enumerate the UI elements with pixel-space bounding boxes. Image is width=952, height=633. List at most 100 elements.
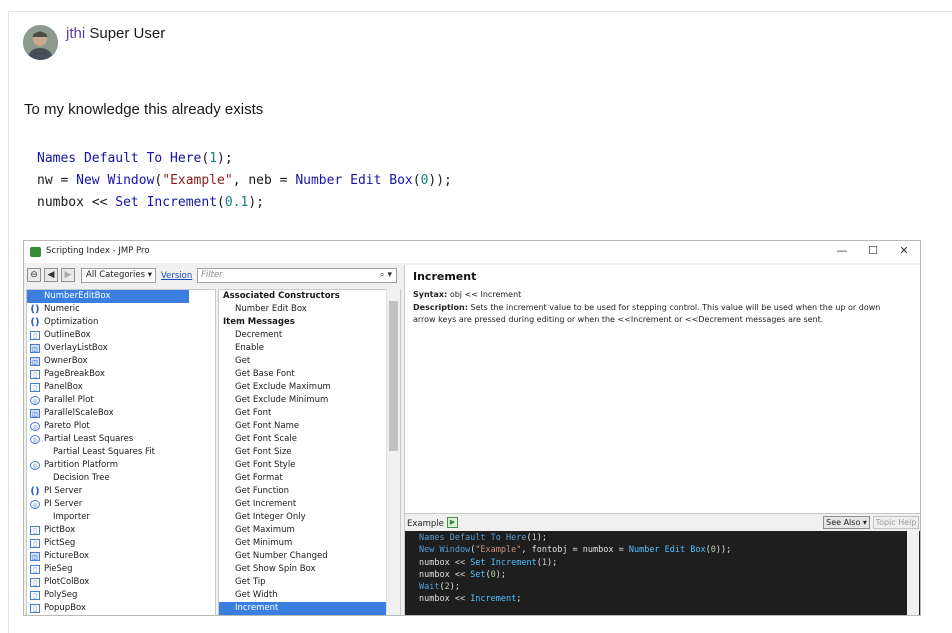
object-list-item[interactable]: Partial Least Squares Fit: [27, 446, 215, 459]
object-list-label: OwnerBox: [44, 356, 88, 366]
message-list-item[interactable]: Get Tip: [219, 576, 400, 589]
object-list-item[interactable]: ▯ PictBox: [27, 524, 215, 537]
message-list-item[interactable]: Get Font: [219, 407, 400, 420]
platform-icon: ◎: [30, 461, 40, 470]
object-list-item[interactable]: ▯ PopupBox: [27, 602, 215, 615]
platform-icon: ◎: [30, 435, 40, 444]
object-list-item[interactable]: ▯ PieSeg: [27, 563, 215, 576]
maximize-button[interactable]: ☐: [865, 244, 881, 257]
object-list-item[interactable]: ◫ OverlayListBox: [27, 342, 215, 355]
message-list-item[interactable]: Get: [219, 355, 400, 368]
filter-input[interactable]: Filter ⌕ ▾: [197, 268, 397, 283]
box-icon: ▯: [30, 383, 40, 392]
toolbar: ⊖ ◀ ▶ All Categories ▾ Version Filter ⌕ ▾: [24, 267, 402, 285]
display-icon: ◫: [30, 344, 40, 353]
title-bar: Scripting Index - JMP Pro — ☐ ✕: [24, 241, 920, 263]
see-also-button[interactable]: See Also ▾: [823, 516, 870, 529]
object-list-label: OutlineBox: [44, 330, 91, 340]
message-list-item[interactable]: Get Show Spin Box: [219, 563, 400, 576]
message-list-item[interactable]: Get Font Style: [219, 459, 400, 472]
object-list-scrollbar[interactable]: [386, 289, 400, 615]
object-list-item[interactable]: ◎ Partial Least Squares: [27, 433, 215, 446]
platform-icon: ◎: [30, 422, 40, 431]
message-list-item[interactable]: Enable: [219, 342, 400, 355]
paren-icon: (): [30, 317, 40, 328]
minimize-button[interactable]: —: [834, 244, 850, 257]
message-list-item[interactable]: Get Font Size: [219, 446, 400, 459]
close-button[interactable]: ✕: [896, 244, 912, 257]
category-select[interactable]: All Categories ▾: [81, 268, 156, 283]
object-list-item[interactable]: Decision Tree: [27, 472, 215, 485]
author-name[interactable]: jthi: [66, 25, 85, 42]
paren-icon: (): [30, 304, 40, 315]
version-link[interactable]: Version: [161, 271, 192, 281]
message-list-item[interactable]: Get Integer Only: [219, 511, 400, 524]
doc-title: Increment: [413, 270, 477, 283]
topic-help-button[interactable]: Topic Help: [873, 516, 919, 529]
message-list-item[interactable]: Get Maximum: [219, 524, 400, 537]
object-list-item[interactable]: ▯ NumberEditBox: [27, 290, 189, 303]
run-example-icon[interactable]: ▶: [447, 517, 458, 528]
code-scrollbar[interactable]: [907, 531, 919, 615]
jmp-screenshot: Scripting Index - JMP Pro — ☐ ✕ ⊖ ◀ ▶ Al…: [23, 240, 921, 616]
box-icon: ▯: [30, 578, 40, 587]
message-list-item[interactable]: Decrement: [219, 329, 400, 342]
box-icon: ▯: [30, 292, 40, 301]
platform-icon: ◎: [30, 396, 40, 405]
message-list-item[interactable]: Get Increment: [219, 498, 400, 511]
code-line-1: Names Default To Here(1);: [37, 151, 233, 166]
object-list-item[interactable]: ◎ Parallel Plot: [27, 394, 215, 407]
message-list-item[interactable]: Increment: [219, 602, 400, 615]
message-list-item[interactable]: Get Number Changed: [219, 550, 400, 563]
collapse-icon[interactable]: ⊖: [27, 268, 41, 282]
message-list-item[interactable]: Number Edit Box: [219, 303, 400, 316]
example-bar: Example ▶ See Also ▾ Topic Help: [405, 513, 920, 531]
message-list-item[interactable]: Get Font Name: [219, 420, 400, 433]
example-code: Names Default To Here(1); New Window("Ex…: [419, 533, 732, 605]
jmp-app-icon: [30, 247, 41, 257]
object-list-item[interactable]: ◎ PI Server: [27, 498, 215, 511]
code-line-2: nw = New Window("Example", neb = Number …: [37, 173, 452, 188]
avatar[interactable]: [23, 25, 58, 60]
object-list-label: PI Server: [44, 486, 83, 496]
object-list-item[interactable]: Importer: [27, 511, 215, 524]
search-icon[interactable]: ⌕ ▾: [380, 269, 392, 282]
message-list-item[interactable]: Get Width: [219, 589, 400, 602]
display-icon: ◫: [30, 552, 40, 561]
object-list-item[interactable]: () PI Server: [27, 485, 215, 498]
object-list-item[interactable]: () Numeric: [27, 303, 215, 316]
message-list-item[interactable]: Get Base Font: [219, 368, 400, 381]
message-list[interactable]: Associated Constructors Number Edit Box It…: [218, 289, 401, 615]
object-list-item[interactable]: ◎ Partition Platform: [27, 459, 215, 472]
object-list-item[interactable]: ▯ PanelBox: [27, 381, 215, 394]
message-list-item[interactable]: Get Minimum: [219, 537, 400, 550]
message-list-item[interactable]: Get Font Scale: [219, 433, 400, 446]
message-list-item[interactable]: Get Function: [219, 485, 400, 498]
object-list-item[interactable]: ◫ PictureBox: [27, 550, 215, 563]
message-list-item[interactable]: Get Exclude Minimum: [219, 394, 400, 407]
object-list[interactable]: ▯ NumberEditBox () Numeric () Optimization ▯ Ou…: [26, 289, 216, 615]
object-list-label: PictBox: [44, 525, 76, 535]
back-icon[interactable]: ◀: [44, 268, 58, 282]
example-code-pane[interactable]: Names Default To Here(1); New Window("Ex…: [405, 531, 920, 615]
object-list-label: PlotColBox: [44, 577, 90, 587]
object-list-item[interactable]: ▯ PlotColBox: [27, 576, 215, 589]
scrollbar-thumb[interactable]: [389, 301, 398, 451]
object-list-item[interactable]: ◎ Pareto Plot: [27, 420, 215, 433]
box-icon: ▯: [30, 604, 40, 613]
object-list-item[interactable]: ▯ PageBreakBox: [27, 368, 215, 381]
object-list-item[interactable]: ▯ PolySeg: [27, 589, 215, 602]
object-list-item[interactable]: () Optimization: [27, 316, 215, 329]
forward-icon[interactable]: ▶: [61, 268, 75, 282]
object-list-item[interactable]: ▯ OutlineBox: [27, 329, 215, 342]
box-icon: ▯: [30, 591, 40, 600]
object-list-item[interactable]: ◫ OwnerBox: [27, 355, 215, 368]
message-list-item[interactable]: Get Format: [219, 472, 400, 485]
message-list-item[interactable]: Get Exclude Maximum: [219, 381, 400, 394]
object-list-label: Partial Least Squares: [44, 434, 134, 444]
example-label: Example: [407, 519, 444, 529]
object-list-label: PageBreakBox: [44, 369, 105, 379]
platform-icon: ◎: [30, 500, 40, 509]
object-list-item[interactable]: ▯ PictSeg: [27, 537, 215, 550]
object-list-item[interactable]: ◫ ParallelScaleBox: [27, 407, 215, 420]
